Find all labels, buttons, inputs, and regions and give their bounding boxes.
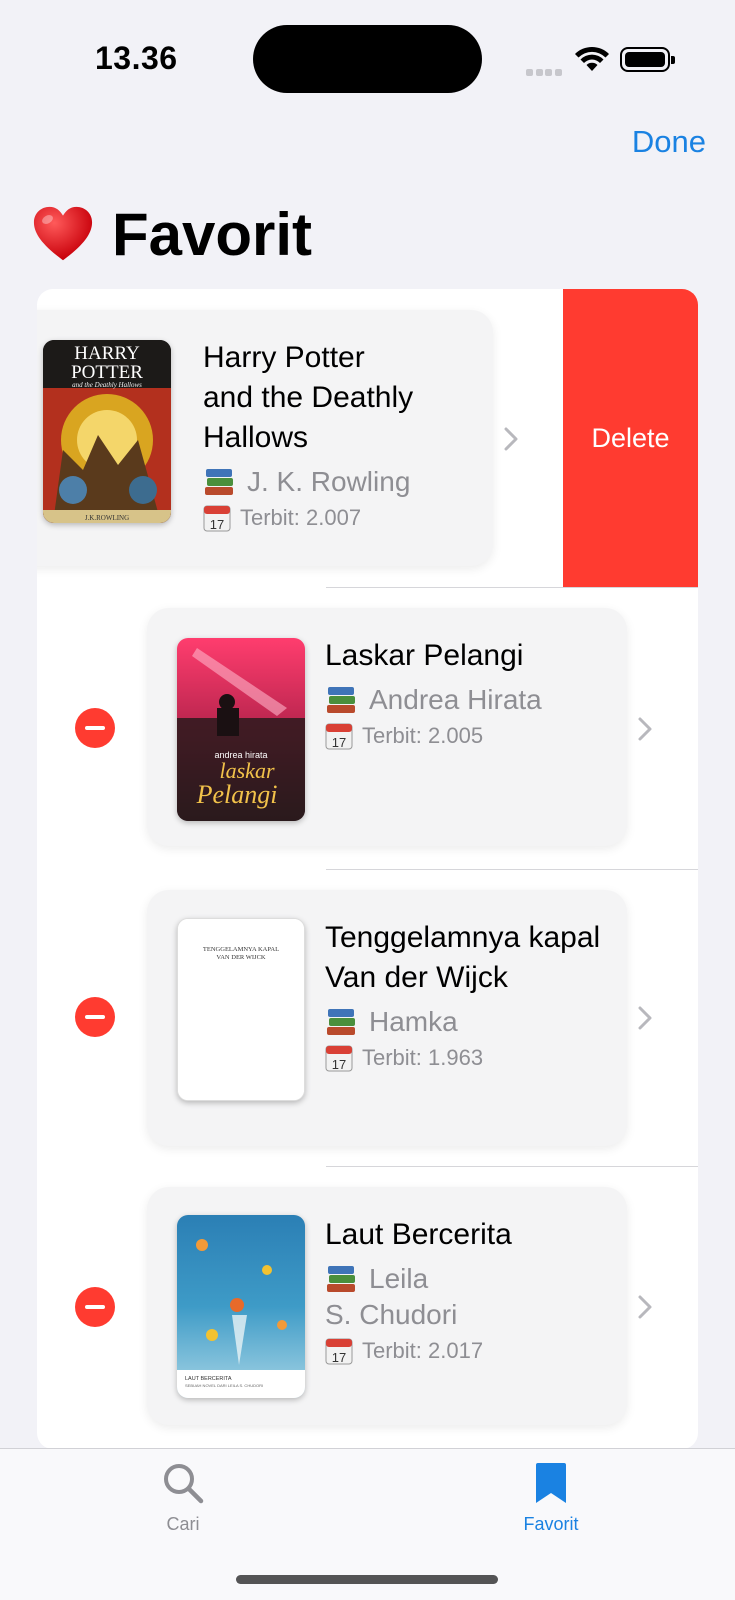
books-icon — [205, 469, 233, 495]
svg-text:and the Deathly Hallows: and the Deathly Hallows — [72, 381, 142, 389]
home-indicator — [236, 1575, 498, 1584]
book-author: Hamka — [369, 1006, 458, 1037]
svg-text:17: 17 — [332, 1057, 346, 1072]
dynamic-island — [253, 25, 482, 93]
svg-text:SEBUAH NOVEL DARI LEILA S. CHU: SEBUAH NOVEL DARI LEILA S. CHUDORI — [185, 1383, 263, 1388]
tab-favorit[interactable]: Favorit — [491, 1461, 611, 1535]
delete-button[interactable]: Delete — [563, 289, 698, 587]
calendar-icon: 17 — [203, 505, 231, 532]
svg-text:17: 17 — [210, 517, 224, 532]
svg-text:TENGGELAMNYA KAPAL: TENGGELAMNYA KAPAL — [203, 946, 279, 953]
svg-text:17: 17 — [332, 1350, 346, 1365]
chevron-right-icon — [504, 427, 518, 451]
book-title: Laskar Pelangi — [325, 639, 524, 672]
books-icon — [327, 687, 355, 713]
svg-text:J.K.ROWLING: J.K.ROWLING — [85, 514, 129, 522]
chevron-right-icon — [638, 1295, 652, 1319]
page-title: Favorit — [32, 200, 312, 269]
book-year: Terbit: 2.017 — [362, 1338, 484, 1363]
tab-label: Cari — [166, 1514, 200, 1534]
svg-text:LAUT BERCERITA: LAUT BERCERITA — [185, 1376, 232, 1382]
book-card[interactable]: LAUT BERCERITA SEBUAH NOVEL DARI LEILA S… — [147, 1187, 652, 1425]
list-item[interactable]: andrea hirata laskar Pelangi Laskar Pela… — [37, 588, 698, 870]
book-author: Andrea Hirata — [369, 684, 542, 715]
svg-text:POTTER: POTTER — [71, 362, 143, 383]
book-info: Harry Potter and the Deathly Hallows J. … — [203, 338, 423, 532]
books-icon — [327, 1266, 355, 1292]
book-info: Laskar Pelangi Andrea Hirata 17 Terbit: … — [325, 636, 617, 750]
book-title: Tenggelamnya kapal Van der Wijck — [325, 921, 601, 994]
book-card[interactable]: andrea hirata laskar Pelangi Laskar Pela… — [147, 608, 652, 846]
book-card[interactable]: TENGGELAMNYA KAPAL VAN DER WIJCK Tenggel… — [147, 890, 652, 1146]
list-item[interactable]: HARRY POTTER and the Deathly Hallows J.K… — [37, 289, 698, 587]
heart-icon — [33, 206, 93, 260]
chevron-right-icon — [638, 717, 652, 741]
calendar-icon: 17 — [325, 723, 353, 750]
svg-text:VAN DER WIJCK: VAN DER WIJCK — [216, 954, 266, 961]
svg-text:17: 17 — [332, 735, 346, 750]
battery-icon — [620, 47, 675, 72]
book-year: Terbit: 2.005 — [362, 723, 484, 748]
book-cover: andrea hirata laskar Pelangi — [177, 638, 305, 821]
book-cover: LAUT BERCERITA SEBUAH NOVEL DARI LEILA S… — [177, 1215, 305, 1398]
calendar-icon: 17 — [325, 1338, 353, 1365]
svg-text:Pelangi: Pelangi — [196, 780, 278, 809]
book-author: J. K. Rowling — [247, 466, 411, 497]
bookmark-icon — [536, 1463, 566, 1503]
book-title: Harry Potter and the Deathly Hallows — [203, 341, 414, 454]
books-icon — [327, 1009, 355, 1035]
book-info: Laut Bercerita Leila S. Chudori 17 Terbi… — [325, 1215, 617, 1365]
book-author: Leila — [369, 1263, 429, 1294]
wifi-icon — [575, 46, 609, 71]
delete-minus-icon[interactable] — [75, 708, 115, 748]
book-cover: HARRY POTTER and the Deathly Hallows J.K… — [43, 340, 171, 523]
tab-cari[interactable]: Cari — [123, 1461, 243, 1535]
delete-minus-icon[interactable] — [75, 1287, 115, 1327]
done-button[interactable]: Done — [632, 124, 706, 160]
tab-label: Favorit — [523, 1514, 579, 1534]
book-info: Tenggelamnya kapal Van der Wijck Hamka 1… — [325, 918, 617, 1072]
book-cover: TENGGELAMNYA KAPAL VAN DER WIJCK — [177, 918, 305, 1101]
chevron-right-icon — [638, 1006, 652, 1030]
page-title-text: Favorit — [112, 201, 313, 268]
list-item[interactable]: LAUT BERCERITA SEBUAH NOVEL DARI LEILA S… — [37, 1167, 698, 1449]
cellular-signal-icon — [526, 63, 564, 76]
calendar-icon: 17 — [325, 1045, 353, 1072]
delete-minus-icon[interactable] — [75, 997, 115, 1037]
book-year: Terbit: 2.007 — [240, 505, 362, 530]
favorites-list: HARRY POTTER and the Deathly Hallows J.K… — [37, 289, 698, 1449]
svg-text:HARRY: HARRY — [74, 343, 140, 364]
status-time: 13.36 — [95, 40, 178, 76]
book-year: Terbit: 1.963 — [362, 1045, 484, 1070]
book-title: Laut Bercerita — [325, 1218, 512, 1251]
search-icon — [164, 1464, 204, 1504]
book-card[interactable]: HARRY POTTER and the Deathly Hallows J.K… — [37, 310, 518, 566]
list-item[interactable]: TENGGELAMNYA KAPAL VAN DER WIJCK Tenggel… — [37, 870, 698, 1167]
book-author-continued: S. Chudori — [325, 1299, 458, 1330]
